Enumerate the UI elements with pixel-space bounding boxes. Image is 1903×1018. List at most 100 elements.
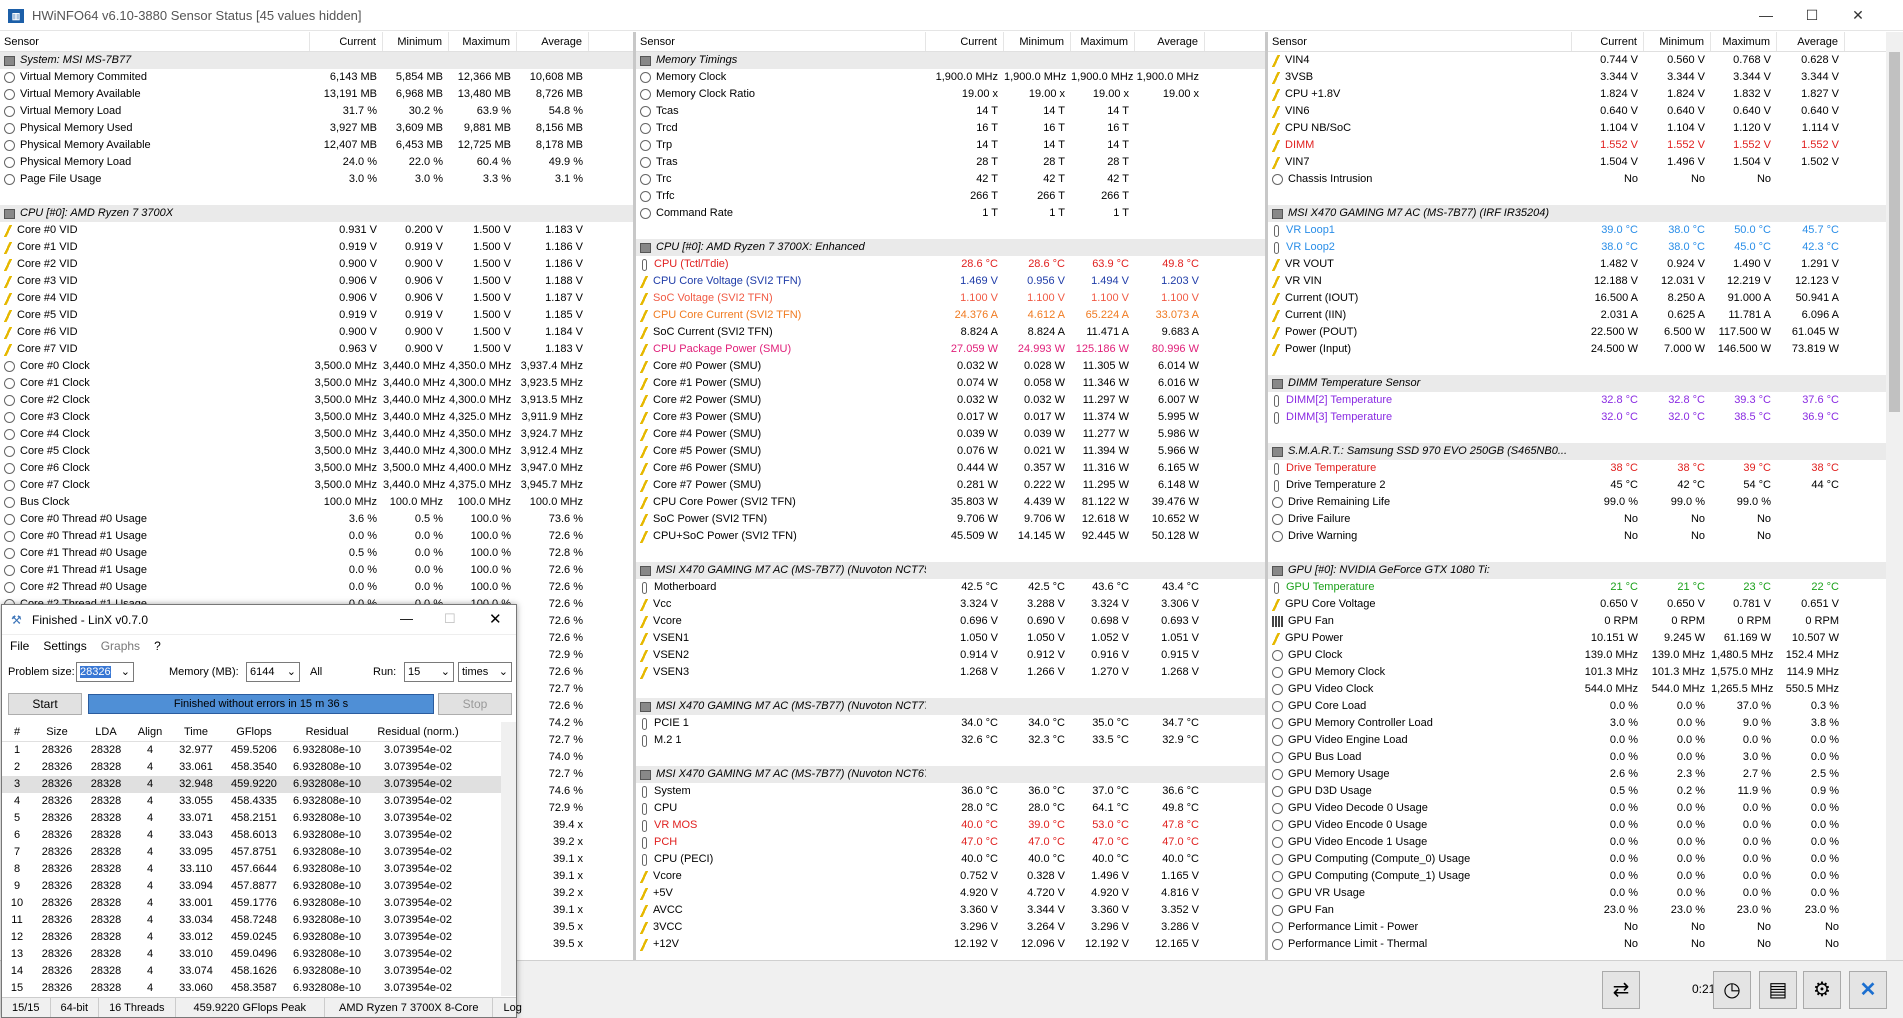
sensor-row[interactable]: VR VIN 12.188 V 12.031 V 12.219 V 12.123 V (1268, 273, 1903, 290)
column-header-sensor[interactable]: Sensor (636, 32, 926, 51)
sensor-row[interactable]: Core #5 VID 0.919 V 0.919 V 1.500 V 1.185 V (0, 307, 633, 324)
sensor-row[interactable]: GPU D3D Usage 0.5 % 0.2 % 11.9 % 0.9 % (1268, 783, 1903, 800)
sensor-row[interactable]: Drive Warning No No No (1268, 528, 1903, 545)
column-header-maximum[interactable]: Maximum (1071, 32, 1135, 51)
sensor-row[interactable]: Core #7 VID 0.963 V 0.900 V 1.500 V 1.183 V (0, 341, 633, 358)
sensor-group-header[interactable]: GPU [#0]: NVIDIA GeForce GTX 1080 Ti: (1268, 562, 1903, 579)
sensor-row[interactable]: CPU 28.0 °C 28.0 °C 64.1 °C 49.8 °C (636, 800, 1265, 817)
results-row[interactable]: 6 28326 28328 4 33.043 458.6013 6.932808e-10 3.… (2, 827, 502, 844)
results-row[interactable]: 8 28326 28328 4 33.110 457.6644 6.932808e-10 3.… (2, 861, 502, 878)
settings-gear-icon[interactable]: ⚙ (1803, 971, 1841, 1009)
sensor-row[interactable]: Trp 14 T 14 T 14 T (636, 137, 1265, 154)
all-option[interactable]: All (310, 666, 322, 678)
sensor-row[interactable]: M.2 1 32.6 °C 32.3 °C 33.5 °C 32.9 °C (636, 732, 1265, 749)
sensor-row[interactable]: VIN7 1.504 V 1.496 V 1.504 V 1.502 V (1268, 154, 1903, 171)
sensor-group-header[interactable]: MSI X470 GAMING M7 AC (MS-7B77) (Nuvoton… (636, 766, 1265, 783)
sensor-row[interactable]: CPU Core Power (SVI2 TFN) 35.803 W 4.439 W… (636, 494, 1265, 511)
column-header-maximum[interactable]: Maximum (1711, 32, 1777, 51)
sensor-row[interactable]: Trcd 16 T 16 T 16 T (636, 120, 1265, 137)
sensor-row[interactable]: DIMM[2] Temperature 32.8 °C 32.8 °C 39.3 °C… (1268, 392, 1903, 409)
linx-minimize-button[interactable]: — (400, 611, 413, 626)
sensor-row[interactable]: Core #3 VID 0.906 V 0.906 V 1.500 V 1.188 V (0, 273, 633, 290)
sensor-row[interactable]: Page File Usage 3.0 % 3.0 % 3.3 % 3.1 % (0, 171, 633, 188)
add-report-icon[interactable]: ▤ (1759, 971, 1797, 1009)
sensor-row[interactable]: GPU Video Decode 0 Usage 0.0 % 0.0 % 0.0 % 0… (1268, 800, 1903, 817)
sensor-row[interactable]: Core #6 Clock 3,500.0 MHz 3,500.0 MHz 4,400… (0, 460, 633, 477)
sensor-row[interactable]: SoC Power (SVI2 TFN) 9.706 W 9.706 W 12.618… (636, 511, 1265, 528)
sensor-group-header[interactable]: Memory Timings (636, 52, 1265, 69)
results-row[interactable]: 4 28326 28328 4 33.055 458.4335 6.932808e-10 3.… (2, 793, 502, 810)
sensor-row[interactable]: GPU Clock 139.0 MHz 139.0 MHz 1,480.5 MHz 15… (1268, 647, 1903, 664)
sensor-row[interactable]: Core #2 Thread #0 Usage 0.0 % 0.0 % 100.0 %… (0, 579, 633, 596)
sensor-row[interactable]: +12V 12.192 V 12.096 V 12.192 V 12.165 V (636, 936, 1265, 953)
sensor-row[interactable]: CPU Core Voltage (SVI2 TFN) 1.469 V 0.956 … (636, 273, 1265, 290)
results-column-header[interactable]: Size (32, 722, 82, 741)
sensor-row[interactable]: GPU Fan 0 RPM 0 RPM 0 RPM 0 RPM (1268, 613, 1903, 630)
column-header-sensor[interactable]: Sensor (0, 32, 310, 51)
sensor-row[interactable]: Core #4 Power (SMU) 0.039 W 0.039 W 11.277 … (636, 426, 1265, 443)
sensor-row[interactable]: AVCC 3.360 V 3.344 V 3.360 V 3.352 V (636, 902, 1265, 919)
sensor-row[interactable]: Vcore 0.696 V 0.690 V 0.698 V 0.693 V (636, 613, 1265, 630)
sensor-row[interactable]: GPU Video Encode 0 Usage 0.0 % 0.0 % 0.0 % 0… (1268, 817, 1903, 834)
sensor-row[interactable]: GPU Video Engine Load 0.0 % 0.0 % 0.0 % 0.0 … (1268, 732, 1903, 749)
close-button[interactable]: ✕ (1835, 0, 1881, 30)
sensor-row[interactable]: Core #4 Clock 3,500.0 MHz 3,440.0 MHz 4,350… (0, 426, 633, 443)
column-header-average[interactable]: Average (1135, 32, 1205, 51)
sensor-row[interactable]: Trfc 266 T 266 T 266 T (636, 188, 1265, 205)
sensor-row[interactable]: PCH 47.0 °C 47.0 °C 47.0 °C 47.0 °C (636, 834, 1265, 851)
panel-scrollbar[interactable] (1886, 32, 1903, 960)
results-row[interactable]: 2 28326 28328 4 33.061 458.3540 6.932808e-10 3.… (2, 759, 502, 776)
sensor-row[interactable]: CPU +1.8V 1.824 V 1.824 V 1.832 V 1.827 V (1268, 86, 1903, 103)
scrollbar-thumb[interactable] (1889, 52, 1900, 412)
sensor-row[interactable]: Core #0 Clock 3,500.0 MHz 3,440.0 MHz 4,350… (0, 358, 633, 375)
stop-button[interactable]: Stop (438, 693, 512, 715)
results-row[interactable]: 11 28326 28328 4 33.034 458.7248 6.932808e-10 3… (2, 912, 502, 929)
sensor-row[interactable]: CPU (PECI) 40.0 °C 40.0 °C 40.0 °C 40.0 °C (636, 851, 1265, 868)
sensor-group-header[interactable]: MSI X470 GAMING M7 AC (MS-7B77) (IRF IR3… (1268, 205, 1903, 222)
sensor-group-header[interactable]: S.M.A.R.T.: Samsung SSD 970 EVO 250GB (S… (1268, 443, 1903, 460)
clock-icon[interactable]: ◷ (1713, 971, 1751, 1009)
results-row[interactable]: 1 28326 28328 4 32.977 459.5206 6.932808e-10 3.… (2, 742, 502, 759)
sensor-row[interactable]: 3VCC 3.296 V 3.264 V 3.296 V 3.286 V (636, 919, 1265, 936)
results-row[interactable]: 9 28326 28328 4 33.094 457.8877 6.932808e-10 3.… (2, 878, 502, 895)
column-header-maximum[interactable]: Maximum (449, 32, 517, 51)
sensor-row[interactable]: Physical Memory Used 3,927 MB 3,609 MB 9,88… (0, 120, 633, 137)
sensor-row[interactable]: 3VSB 3.344 V 3.344 V 3.344 V 3.344 V (1268, 69, 1903, 86)
sensor-row[interactable]: Core #0 Thread #0 Usage 3.6 % 0.5 % 100.0 %… (0, 511, 633, 528)
column-header-average[interactable]: Average (1777, 32, 1845, 51)
sensor-group-header[interactable]: MSI X470 GAMING M7 AC (MS-7B77) (Nuvoton… (636, 698, 1265, 715)
close-x-icon[interactable]: ✕ (1849, 971, 1887, 1009)
sensor-row[interactable]: Tcas 14 T 14 T 14 T (636, 103, 1265, 120)
menu-help[interactable]: ? (154, 635, 161, 657)
column-header-current[interactable]: Current (310, 32, 383, 51)
results-row[interactable]: 13 28326 28328 4 33.010 459.0496 6.932808e-10 3… (2, 946, 502, 963)
sensor-row[interactable]: CPU NB/SoC 1.104 V 1.104 V 1.120 V 1.114 V (1268, 120, 1903, 137)
sensor-row[interactable]: Drive Temperature 38 °C 38 °C 39 °C 38 °C (1268, 460, 1903, 477)
sensor-row[interactable]: Core #5 Power (SMU) 0.076 W 0.021 W 11.394 … (636, 443, 1265, 460)
sensor-row[interactable]: System 36.0 °C 36.0 °C 37.0 °C 36.6 °C (636, 783, 1265, 800)
sensor-group-header[interactable]: System: MSI MS-7B77 (0, 52, 633, 69)
sensor-row[interactable]: Virtual Memory Commited 6,143 MB 5,854 MB 1… (0, 69, 633, 86)
sensor-row[interactable]: Bus Clock 100.0 MHz 100.0 MHz 100.0 MHz 100.… (0, 494, 633, 511)
sensor-row[interactable]: CPU+SoC Power (SVI2 TFN) 45.509 W 14.145 W… (636, 528, 1265, 545)
sensor-row[interactable]: GPU Core Load 0.0 % 0.0 % 37.0 % 0.3 % (1268, 698, 1903, 715)
sensor-row[interactable]: Core #3 Clock 3,500.0 MHz 3,440.0 MHz 4,325… (0, 409, 633, 426)
log-button[interactable]: Log (493, 998, 531, 1017)
sensor-group-header[interactable]: DIMM Temperature Sensor (1268, 375, 1903, 392)
results-column-header[interactable]: Align (130, 722, 170, 741)
sensor-row[interactable]: +5V 4.920 V 4.720 V 4.920 V 4.816 V (636, 885, 1265, 902)
column-header-minimum[interactable]: Minimum (383, 32, 449, 51)
sensor-row[interactable]: VSEN1 1.050 V 1.050 V 1.052 V 1.051 V (636, 630, 1265, 647)
sensor-row[interactable]: Command Rate 1 T 1 T 1 T (636, 205, 1265, 222)
sensor-row[interactable]: GPU Fan 23.0 % 23.0 % 23.0 % 23.0 % (1268, 902, 1903, 919)
sensor-row[interactable]: Core #1 Power (SMU) 0.074 W 0.058 W 11.346 … (636, 375, 1265, 392)
sensor-group-header[interactable]: CPU [#0]: AMD Ryzen 7 3700X (0, 205, 633, 222)
sensor-row[interactable]: Virtual Memory Available 13,191 MB 6,968 M… (0, 86, 633, 103)
sensor-row[interactable]: Current (IIN) 2.031 A 0.625 A 11.781 A 6.096… (1268, 307, 1903, 324)
sensor-row[interactable]: Core #0 VID 0.931 V 0.200 V 1.500 V 1.183 V (0, 222, 633, 239)
sensor-row[interactable]: VIN6 0.640 V 0.640 V 0.640 V 0.640 V (1268, 103, 1903, 120)
sensor-group-header[interactable]: CPU [#0]: AMD Ryzen 7 3700X: Enhanced (636, 239, 1265, 256)
menu-graphs[interactable]: Graphs (101, 635, 140, 657)
sensor-row[interactable]: Power (Input) 24.500 W 7.000 W 146.500 W 73.… (1268, 341, 1903, 358)
results-column-header[interactable]: Time (170, 722, 222, 741)
